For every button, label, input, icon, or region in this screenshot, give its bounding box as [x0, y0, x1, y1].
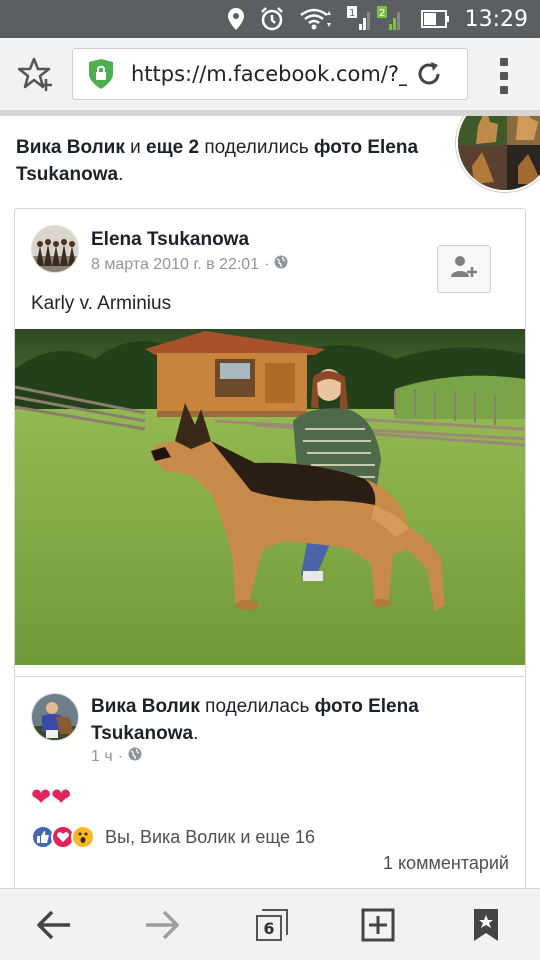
post-meta: 8 марта 2010 г. в 22:01 · [91, 255, 288, 274]
status-time: 13:29 [464, 6, 528, 32]
add-friend-icon [451, 255, 477, 284]
location-icon [227, 7, 245, 31]
alarm-icon [259, 6, 285, 32]
battery-icon [420, 9, 451, 29]
share-time-link[interactable]: 1 ч [91, 748, 113, 766]
wow-reaction-icon [71, 825, 95, 849]
meta-separator: · [264, 255, 270, 273]
sharer-avatar[interactable] [31, 693, 79, 741]
globe-icon [274, 255, 288, 274]
share-message-hearts: ❤❤ [31, 784, 72, 811]
share-text: Вика Волик поделилась фото Elena Tsukano… [91, 693, 511, 747]
signal-icon: 12 [346, 6, 407, 32]
tab-count: 6 [256, 915, 282, 941]
post-caption: Karly v. Arminius [31, 293, 172, 314]
svg-text:2: 2 [379, 8, 385, 19]
browser-toolbar: https://m.facebook.com/?_rd [0, 38, 540, 110]
story-others-link[interactable]: еще 2 [146, 137, 199, 158]
tabs-icon[interactable]: 6 [250, 905, 290, 945]
story-verb: поделились [199, 137, 314, 158]
author-avatar[interactable] [31, 225, 79, 273]
share-meta: 1 ч · [91, 747, 142, 766]
comments-count-link[interactable]: 1 комментарий [383, 853, 509, 874]
story-header: Вика Волик и еще 2 поделились фото Elena… [16, 134, 446, 188]
share-meta-separator: · [117, 747, 124, 765]
share-object-prefix[interactable]: фото [315, 696, 368, 717]
back-arrow-icon[interactable] [34, 905, 74, 945]
reactions-summary[interactable]: Вы, Вика Волик и еще 16 [31, 825, 315, 849]
svg-text:1: 1 [349, 8, 355, 19]
news-feed: Вика Волик и еще 2 поделились фото Elena… [0, 116, 540, 888]
reload-icon[interactable] [415, 60, 443, 88]
wifi-icon [299, 7, 333, 31]
status-bar: 12 13:29 [0, 0, 540, 38]
globe-icon [128, 747, 142, 766]
url-bar[interactable]: https://m.facebook.com/?_rd [72, 48, 468, 100]
sharer-link[interactable]: Вика Волик [91, 696, 200, 717]
reactions-text[interactable]: Вы, Вика Волик и еще 16 [105, 827, 315, 848]
story-connector: и [124, 137, 147, 158]
post-date-link[interactable]: 8 марта 2010 г. в 22:01 [91, 256, 259, 274]
post-photo[interactable] [15, 329, 525, 665]
menu-icon[interactable] [496, 58, 512, 94]
forward-arrow-icon[interactable] [142, 905, 182, 945]
share-story: Вика Волик поделилась фото Elena Tsukano… [14, 676, 526, 888]
story-object-prefix[interactable]: фото [314, 137, 367, 158]
post-author-link[interactable]: Elena Tsukanowa [91, 229, 249, 251]
story-avatar[interactable] [456, 116, 540, 192]
share-end: . [193, 723, 199, 744]
story-actor-link[interactable]: Вика Волик [16, 137, 125, 158]
add-friend-button[interactable] [437, 245, 491, 293]
url-text[interactable]: https://m.facebook.com/?_rd [131, 62, 407, 86]
share-verb: поделилась [199, 696, 315, 717]
new-tab-icon[interactable] [358, 905, 398, 945]
story-end: . [118, 164, 124, 185]
browser-bottom-nav: 6 [0, 888, 540, 960]
star-add-icon[interactable] [17, 56, 54, 92]
bookmarks-icon[interactable] [466, 905, 506, 945]
lock-icon [87, 59, 115, 89]
